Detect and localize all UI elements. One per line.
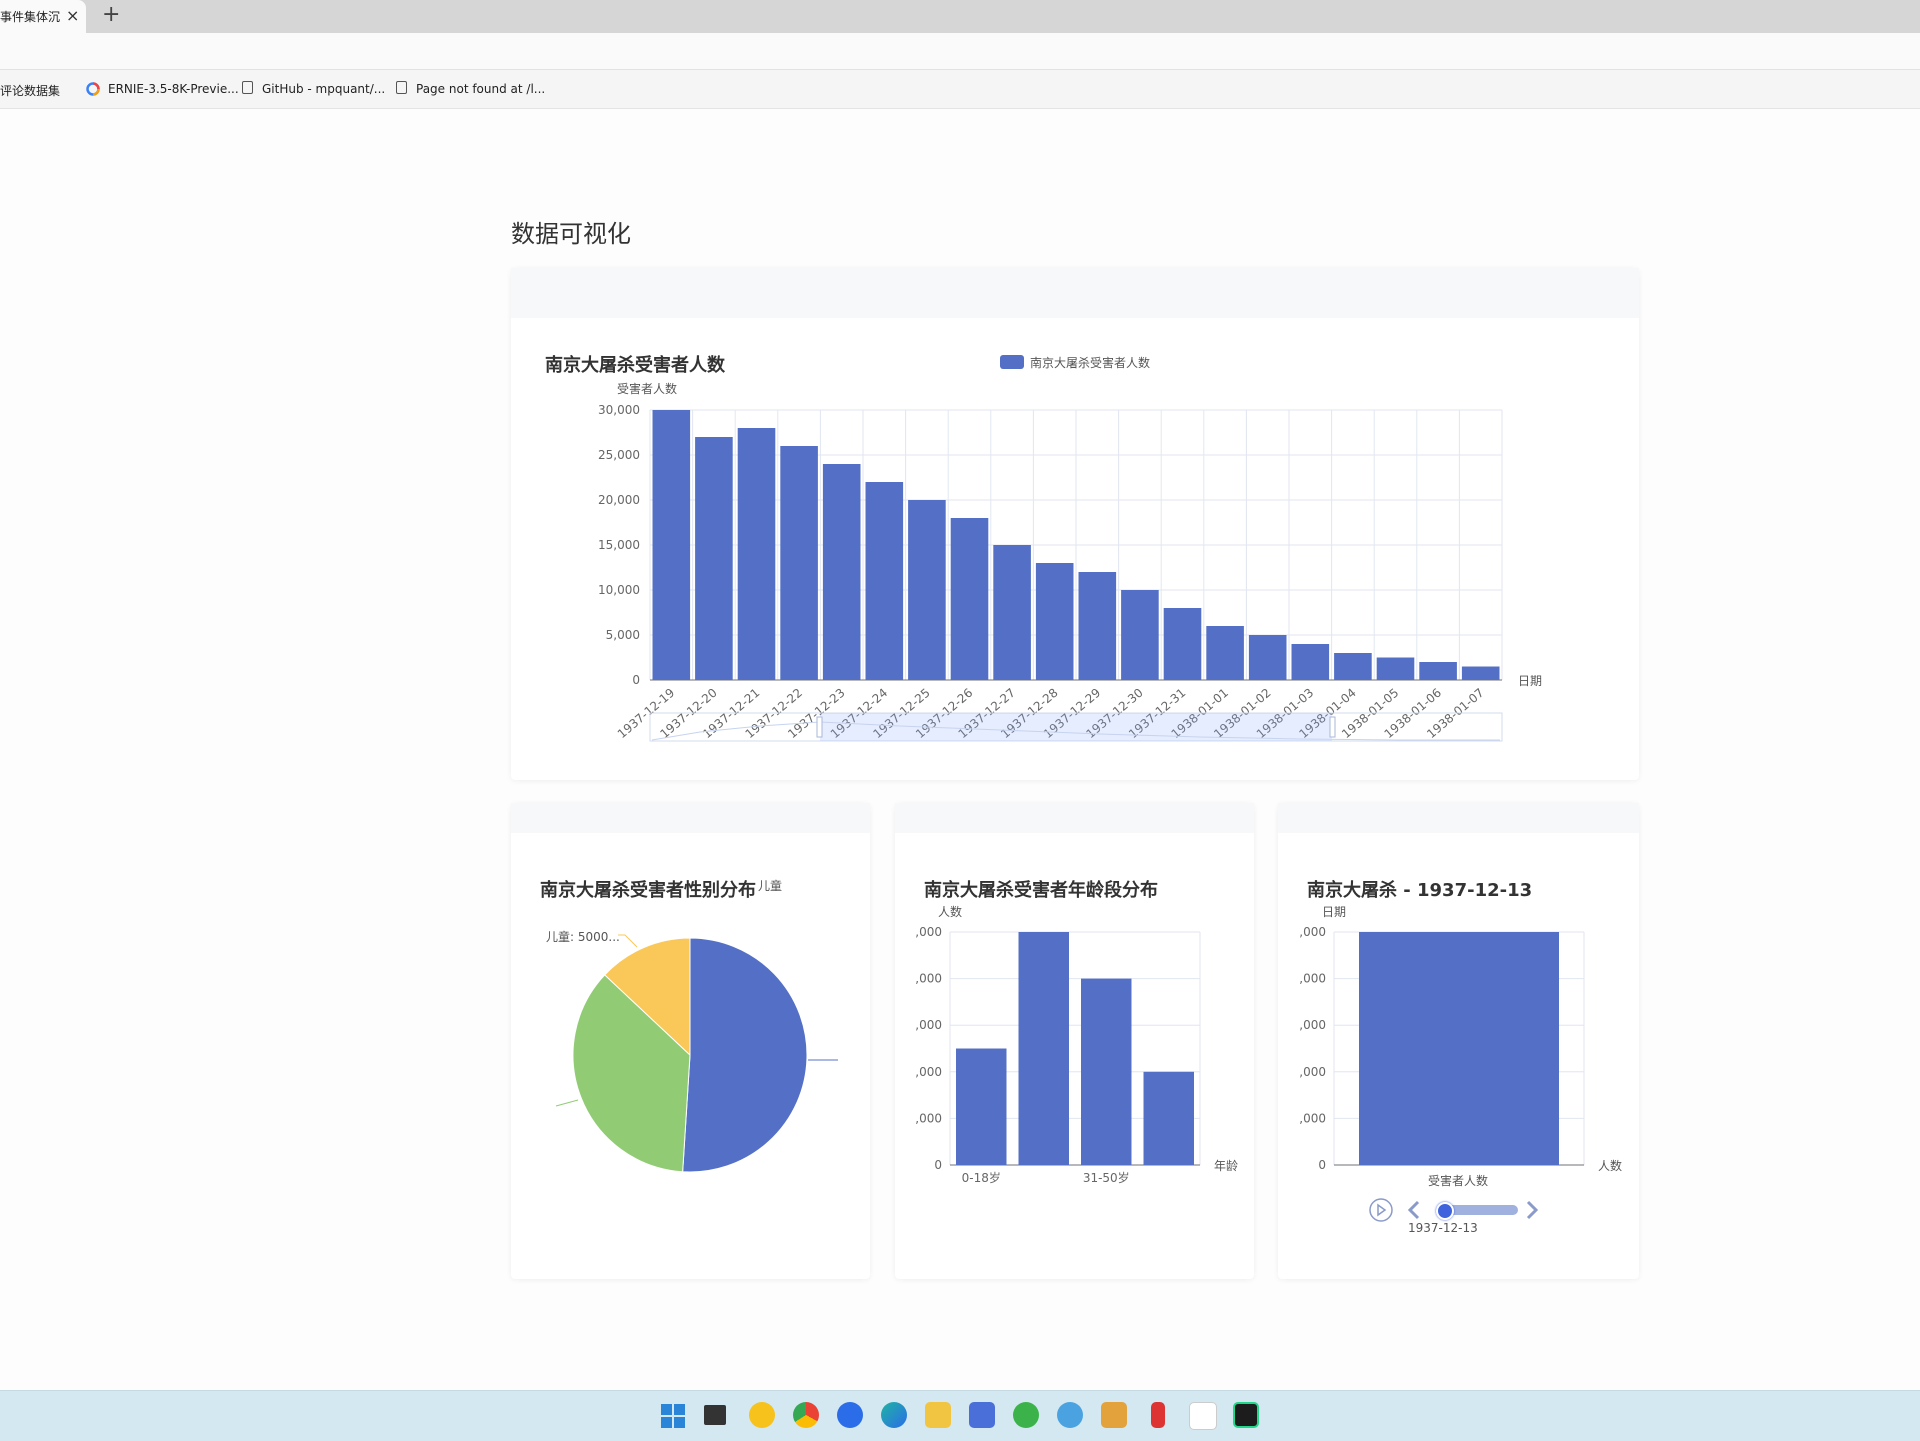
timeline-current-label: 1937-12-13 <box>1408 1221 1478 1235</box>
pycharm-icon[interactable] <box>1233 1402 1259 1428</box>
chrome-icon[interactable] <box>793 1402 819 1428</box>
browser-app-icon[interactable] <box>837 1402 863 1428</box>
y-tick-label: ,000 <box>1299 925 1326 939</box>
wechat-icon[interactable] <box>1013 1402 1039 1428</box>
app-icon[interactable] <box>1151 1402 1165 1428</box>
security-app-icon[interactable] <box>749 1402 775 1428</box>
prev-icon[interactable] <box>1406 1199 1422 1221</box>
file-explorer-icon[interactable] <box>925 1402 951 1428</box>
timeline-handle[interactable] <box>1436 1202 1454 1220</box>
bar <box>1359 932 1559 1165</box>
y-tick-label: ,000 <box>1299 972 1326 986</box>
remote-desktop-icon[interactable] <box>969 1402 995 1428</box>
y-tick-label: ,000 <box>1299 1111 1326 1125</box>
edge-icon[interactable] <box>881 1402 907 1428</box>
next-icon[interactable] <box>1524 1199 1540 1221</box>
typora-icon[interactable] <box>1189 1402 1217 1430</box>
y-tick-label: ,000 <box>1299 1065 1326 1079</box>
windows-start-icon[interactable] <box>661 1404 685 1428</box>
y-tick-label: ,000 <box>1299 1018 1326 1032</box>
taskbar <box>0 1390 1920 1441</box>
search-app-icon[interactable] <box>1057 1402 1083 1428</box>
timeline-bar-chart: ,000 ,000 ,000 ,000 ,000 0 <box>1299 925 1585 1172</box>
play-icon[interactable] <box>1368 1197 1394 1223</box>
app-icon[interactable] <box>1101 1402 1127 1428</box>
task-view-icon[interactable] <box>704 1405 726 1425</box>
y-tick-label: 0 <box>1318 1158 1326 1172</box>
